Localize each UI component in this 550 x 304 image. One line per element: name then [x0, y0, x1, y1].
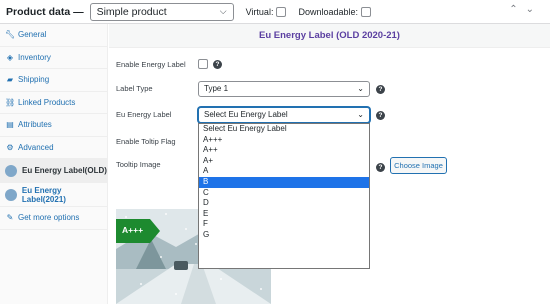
dropdown-option[interactable]: A+ [199, 156, 369, 167]
product-type-select[interactable]: Simple product ⌵ [89, 2, 234, 21]
sidebar-item-eu-energy-old[interactable]: Eu Energy Label(OLD) [0, 159, 107, 183]
help-icon[interactable]: ? [376, 111, 385, 120]
sidebar-item-label: Linked Products [18, 97, 76, 107]
downloadable-checkbox[interactable] [361, 6, 371, 17]
eu-energy-label-label: Eu Energy Label [116, 110, 172, 119]
dropdown-option[interactable]: A++ [199, 145, 369, 156]
sidebar-item-shipping[interactable]: ▰ Shipping [0, 69, 107, 92]
chevron-down-icon[interactable]: ⌄ [526, 4, 542, 15]
energy-label-panel: Eu Energy Label (OLD 2020-21) Enable Ene… [109, 24, 550, 304]
sidebar-item-get-more-options[interactable]: ✎ Get more options [0, 207, 107, 230]
sidebar-item-general[interactable]: 🔧︎ General [0, 24, 107, 47]
panel-title: Product data — [6, 5, 84, 18]
dropdown-option[interactable]: C [199, 188, 369, 199]
chevron-down-icon: ⌄ [357, 84, 364, 93]
sidebar-item-eu-energy-2021[interactable]: Eu Energy Label(2021) [0, 183, 107, 207]
chevron-down-icon: ⌵ [219, 6, 227, 16]
eu-energy-label-select[interactable]: Select Eu Energy Label ⌄ [198, 107, 370, 123]
sidebar-item-inventory[interactable]: ◈ Inventory [0, 47, 107, 69]
tooltip-image-label: Tooltip Image [116, 160, 161, 169]
sidebar-item-advanced[interactable]: ⚙︎ Advanced [0, 137, 107, 159]
sidebar-item-label: Attributes [18, 120, 52, 130]
energy-badge: A+++ [122, 225, 144, 235]
truck-icon: ▰ [6, 75, 14, 85]
downloadable-option: Downloadable: [298, 6, 371, 17]
dropdown-option[interactable]: D [199, 198, 369, 209]
sidebar-item-label: General [18, 30, 47, 40]
dropdown-option[interactable]: E [199, 209, 369, 220]
wrench-icon: 🔧︎ [5, 30, 16, 40]
dropdown-option-highlighted[interactable]: B [199, 176, 369, 188]
dropdown-option[interactable]: F [199, 219, 369, 230]
sidebar-item-label: Shipping [18, 75, 50, 85]
virtual-label: Virtual: [245, 6, 274, 17]
gear-icon: ⚙︎ [6, 142, 14, 152]
chevron-down-icon: ⌄ [357, 110, 364, 119]
virtual-option: Virtual: [245, 6, 287, 17]
sidebar-item-label: Eu Energy Label(2021) [21, 185, 66, 204]
sidebar-item-linked-products[interactable]: ⛓︎ Linked Products [0, 92, 107, 114]
list-icon: ▤ [6, 120, 14, 130]
eu-energy-label-dropdown: Select Eu Energy Label A+++ A++ A+ A B C… [198, 123, 370, 269]
enable-energy-label-checkbox[interactable] [198, 59, 208, 69]
help-icon[interactable]: ? [376, 163, 385, 172]
label-type-value: Type 1 [204, 84, 229, 93]
panel-toggle-arrows[interactable]: ⌃⌄ [509, 4, 542, 15]
dropdown-option[interactable]: A [199, 166, 369, 177]
dropdown-option[interactable]: G [199, 230, 369, 241]
sidebar-item-label: Inventory [18, 52, 51, 62]
label-type-select[interactable]: Type 1 ⌄ [198, 81, 370, 97]
panel-header: Product data — Simple product ⌵ Virtual:… [0, 0, 550, 24]
eu-energy-label-value: Select Eu Energy Label [204, 110, 288, 119]
label-type-label: Label Type [116, 84, 153, 93]
sidebar-item-label: Get more options [18, 213, 80, 223]
plugin-circle-icon [5, 164, 17, 177]
virtual-checkbox[interactable] [276, 6, 287, 17]
section-title: Eu Energy Label (OLD 2020-21) [109, 24, 550, 48]
dropdown-option[interactable]: Select Eu Energy Label [199, 124, 369, 135]
tag-icon: ◈ [6, 52, 14, 62]
sidebar-item-label: Advanced [18, 142, 54, 152]
product-data-tabs: 🔧︎ General ◈ Inventory ▰ Shipping ⛓︎ Lin… [0, 24, 108, 304]
dropdown-option[interactable]: A+++ [199, 135, 369, 146]
link-icon: ⛓︎ [5, 97, 16, 107]
sidebar-item-label: Eu Energy Label(OLD) [22, 166, 107, 175]
enable-energy-label-label: Enable Energy Label [116, 60, 186, 69]
plugin-circle-icon [5, 188, 17, 201]
choose-image-button[interactable]: Choose Image [390, 157, 447, 174]
chevron-up-icon[interactable]: ⌃ [509, 4, 525, 15]
tooltip-flag-label: Enable Toltip Flag [116, 137, 176, 146]
product-type-value: Simple product [96, 5, 167, 18]
help-icon[interactable]: ? [213, 60, 222, 69]
help-icon[interactable]: ? [376, 85, 385, 94]
sidebar-item-attributes[interactable]: ▤ Attributes [0, 114, 107, 137]
product-data-panel: Product data — Simple product ⌵ Virtual:… [0, 0, 550, 304]
plug-icon: ✎ [6, 213, 14, 223]
downloadable-label: Downloadable: [298, 6, 358, 17]
